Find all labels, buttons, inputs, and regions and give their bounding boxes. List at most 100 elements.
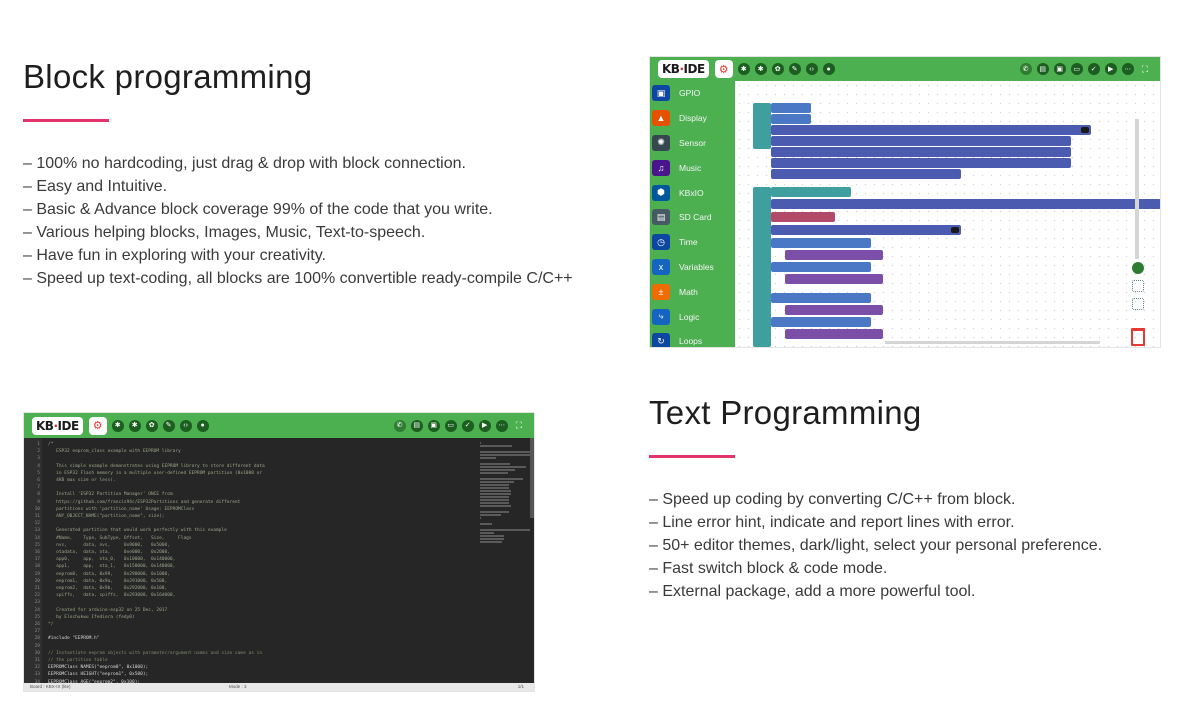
category-music[interactable]: ♫ Music xyxy=(650,155,735,180)
else-if-block[interactable] xyxy=(771,262,871,272)
loop-block[interactable] xyxy=(753,187,771,347)
minimap-line xyxy=(480,541,503,543)
plugin-icon[interactable]: ✿ xyxy=(145,419,158,432)
export-icon[interactable]: ▭ xyxy=(1070,63,1083,75)
recenter-icon[interactable] xyxy=(1132,262,1144,274)
block-programming-title: Block programming xyxy=(23,58,313,95)
board-icon[interactable]: ✱ xyxy=(128,419,141,432)
color-swatch[interactable] xyxy=(951,227,959,233)
set-block[interactable] xyxy=(785,305,883,315)
set-block[interactable] xyxy=(785,329,883,339)
category-sd-card[interactable]: ▤ SD Card xyxy=(650,205,735,230)
category-label: KBxIO xyxy=(679,187,704,198)
minimap-line xyxy=(480,466,527,468)
mode-status: Mode : 3 xyxy=(229,684,247,689)
minimap-line xyxy=(480,505,511,507)
minimap-line xyxy=(480,457,497,459)
delay-block[interactable] xyxy=(771,212,835,222)
minimap-line xyxy=(480,445,512,447)
settings-gear-icon[interactable]: ⚙ xyxy=(714,60,733,78)
minimap-line xyxy=(480,502,509,504)
new-file-icon[interactable]: ✱ xyxy=(737,63,750,75)
category-label: Music xyxy=(679,162,702,173)
variables-icon: x xyxy=(652,258,670,275)
else-if-block[interactable] xyxy=(771,317,871,327)
color-swatch[interactable] xyxy=(1081,127,1089,133)
code-editor-screenshot: KB · IDE ⚙ ✱ ✱ ✿ ✎ ‹› ● ✆ ▤ ▣ ▭ ✓ ▶ ⋯ ⛶ 1/… xyxy=(23,412,535,692)
joystick-block[interactable] xyxy=(771,187,851,197)
open-file-icon[interactable]: ▤ xyxy=(410,419,423,432)
upload-icon[interactable]: ▶ xyxy=(1104,63,1117,75)
new-file-icon[interactable]: ✱ xyxy=(111,419,124,432)
minimap-line xyxy=(480,454,530,456)
feature-item: – Fast switch block & code mode. xyxy=(649,560,888,577)
upload-icon[interactable]: ▶ xyxy=(478,419,491,432)
tft-print-block[interactable] xyxy=(771,158,1071,168)
set-variable-block[interactable] xyxy=(771,114,811,124)
tft-draw-rect-block[interactable] xyxy=(771,169,961,179)
category-gpio[interactable]: ▣ GPIO xyxy=(650,81,735,106)
text-programming-title: Text Programming xyxy=(649,394,922,431)
block-workspace[interactable] xyxy=(735,81,1160,347)
tft-print-block[interactable] xyxy=(771,199,1160,209)
category-kbxio[interactable]: ⬢ KBxIO xyxy=(650,180,735,205)
category-variables[interactable]: x Variables xyxy=(650,255,735,280)
minimap-line xyxy=(480,478,523,480)
tools-icon[interactable]: ✎ xyxy=(162,419,175,432)
category-display[interactable]: ▲ Display xyxy=(650,106,735,131)
page-status: 1/1 xyxy=(517,684,524,689)
fullscreen-icon[interactable]: ⛶ xyxy=(1142,64,1148,75)
minimap-line xyxy=(480,511,509,513)
zoom-reset-icon[interactable] xyxy=(1132,280,1144,292)
serial-monitor-icon[interactable]: ✆ xyxy=(1019,63,1032,75)
trash-icon[interactable] xyxy=(1131,328,1145,346)
set-block[interactable] xyxy=(785,274,883,284)
plugin-icon[interactable]: ✿ xyxy=(771,63,784,75)
category-math[interactable]: ± Math xyxy=(650,279,735,304)
horizontal-scrollbar[interactable] xyxy=(885,341,1100,344)
tft-print-block[interactable] xyxy=(771,136,1071,146)
category-loops[interactable]: ↻ Loops xyxy=(650,329,735,347)
category-label: GPIO xyxy=(679,88,701,99)
category-sensor[interactable]: ✺ Sensor xyxy=(650,131,735,156)
category-time[interactable]: ◷ Time xyxy=(650,230,735,255)
verify-icon[interactable]: ✓ xyxy=(1087,63,1100,75)
minimap-line xyxy=(480,442,482,444)
board-icon[interactable]: ✱ xyxy=(754,63,767,75)
tft-print-block[interactable] xyxy=(771,147,1071,157)
tft-clear-block[interactable] xyxy=(771,225,961,235)
code-toggle-icon[interactable]: ‹› xyxy=(179,419,192,432)
workspace-controls xyxy=(1130,262,1146,346)
category-logic[interactable]: ⤷ Logic xyxy=(650,304,735,329)
tft-print-block[interactable] xyxy=(771,125,1091,135)
vertical-scrollbar[interactable] xyxy=(1135,119,1139,259)
if-block[interactable] xyxy=(771,293,871,303)
setup-block[interactable] xyxy=(753,103,771,149)
if-block[interactable] xyxy=(771,238,871,248)
fullscreen-icon[interactable]: ⛶ xyxy=(516,420,522,431)
settings-gear-icon[interactable]: ⚙ xyxy=(88,416,107,435)
minimap-line xyxy=(480,469,516,471)
code-minimap[interactable] xyxy=(480,442,530,562)
save-file-icon[interactable]: ▣ xyxy=(427,419,440,432)
serial-monitor-icon[interactable]: ✆ xyxy=(393,419,406,432)
save-file-icon[interactable]: ▣ xyxy=(1053,63,1066,75)
set-block[interactable] xyxy=(785,250,883,260)
open-file-icon[interactable]: ▤ xyxy=(1036,63,1049,75)
code-toggle-icon[interactable]: ‹› xyxy=(805,63,818,75)
options-icon[interactable]: ● xyxy=(196,419,209,432)
set-variable-block[interactable] xyxy=(771,103,811,113)
zoom-fit-icon[interactable] xyxy=(1132,298,1144,310)
editor-scrollbar[interactable] xyxy=(530,438,534,518)
export-icon[interactable]: ▭ xyxy=(444,419,457,432)
code-editor[interactable]: 1/* 2 ESP32 eeprom_class example with EEP… xyxy=(24,438,534,685)
feature-item: – Basic & Advance block coverage 99% of … xyxy=(23,201,493,218)
loops-icon: ↻ xyxy=(652,333,670,347)
options-icon[interactable]: ● xyxy=(822,63,835,75)
clock-icon: ◷ xyxy=(652,234,670,251)
minimap-line xyxy=(480,490,511,492)
share-icon[interactable]: ⋯ xyxy=(495,419,508,432)
verify-icon[interactable]: ✓ xyxy=(461,419,474,432)
share-icon[interactable]: ⋯ xyxy=(1121,63,1134,75)
tools-icon[interactable]: ✎ xyxy=(788,63,801,75)
